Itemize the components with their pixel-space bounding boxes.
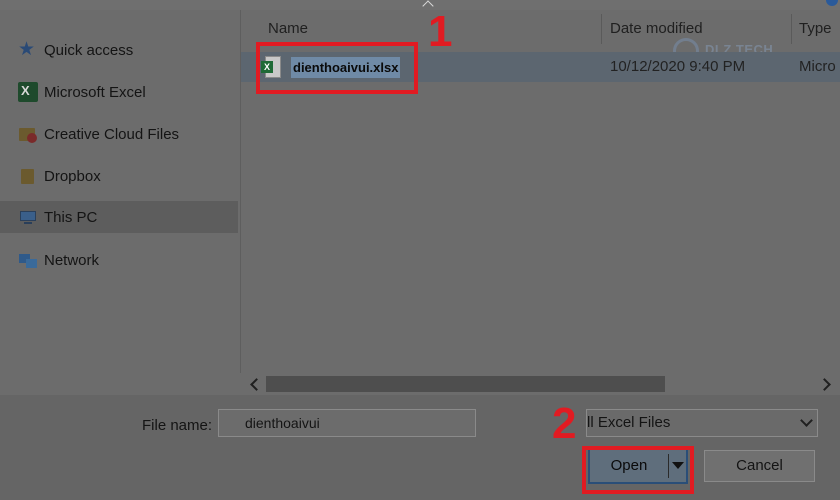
excel-icon [18, 82, 38, 102]
nav-item-label: Dropbox [44, 167, 101, 185]
chevron-down-icon [800, 414, 813, 427]
nav-item-label: Network [44, 251, 100, 269]
nav-item-label: Microsoft Excel [44, 83, 146, 101]
nav-item-this-pc[interactable]: This PC [0, 201, 238, 233]
step-number-1: 1 [428, 7, 453, 56]
folder-icon [18, 166, 38, 186]
highlight-box-file [256, 42, 418, 94]
scrollbar-thumb[interactable] [266, 376, 665, 392]
nav-item-label: This PC [44, 208, 98, 226]
step-number-2: 2 [552, 399, 577, 448]
file-type-filter-value: ll Excel Files [587, 414, 671, 431]
cancel-button[interactable]: Cancel [704, 450, 815, 482]
scroll-right-icon[interactable] [818, 376, 834, 392]
file-name-label: File name: [142, 417, 213, 434]
creative-cloud-folder-icon [18, 124, 38, 144]
nav-item-network[interactable]: Network [0, 244, 238, 276]
dialog-footer: File name: ll Excel Files Open Cancel [0, 395, 840, 500]
nav-item-dropbox[interactable]: Dropbox [0, 160, 238, 192]
navigation-pane: Quick access Microsoft Excel Creative Cl… [0, 10, 240, 395]
nav-item-creative-cloud-files[interactable]: Creative Cloud Files [0, 118, 238, 150]
horizontal-scrollbar[interactable] [240, 373, 840, 395]
computer-icon [18, 207, 38, 227]
nav-item-microsoft-excel[interactable]: Microsoft Excel [0, 76, 238, 108]
star-icon [18, 38, 38, 61]
help-icon[interactable] [826, 0, 838, 6]
nav-item-label: Creative Cloud Files [44, 125, 180, 143]
file-name-input[interactable] [218, 409, 476, 437]
scroll-left-icon[interactable] [246, 376, 262, 392]
network-icon [18, 250, 38, 270]
column-divider[interactable] [601, 14, 602, 44]
top-strip [0, 0, 840, 12]
file-type-filter[interactable]: ll Excel Files [586, 409, 818, 437]
file-type: Micro [799, 58, 836, 75]
file-date-modified: 10/12/2020 9:40 PM [610, 58, 746, 75]
highlight-box-open [582, 446, 694, 494]
nav-item-label: Quick access [44, 41, 134, 59]
nav-item-quick-access[interactable]: Quick access [0, 34, 238, 66]
